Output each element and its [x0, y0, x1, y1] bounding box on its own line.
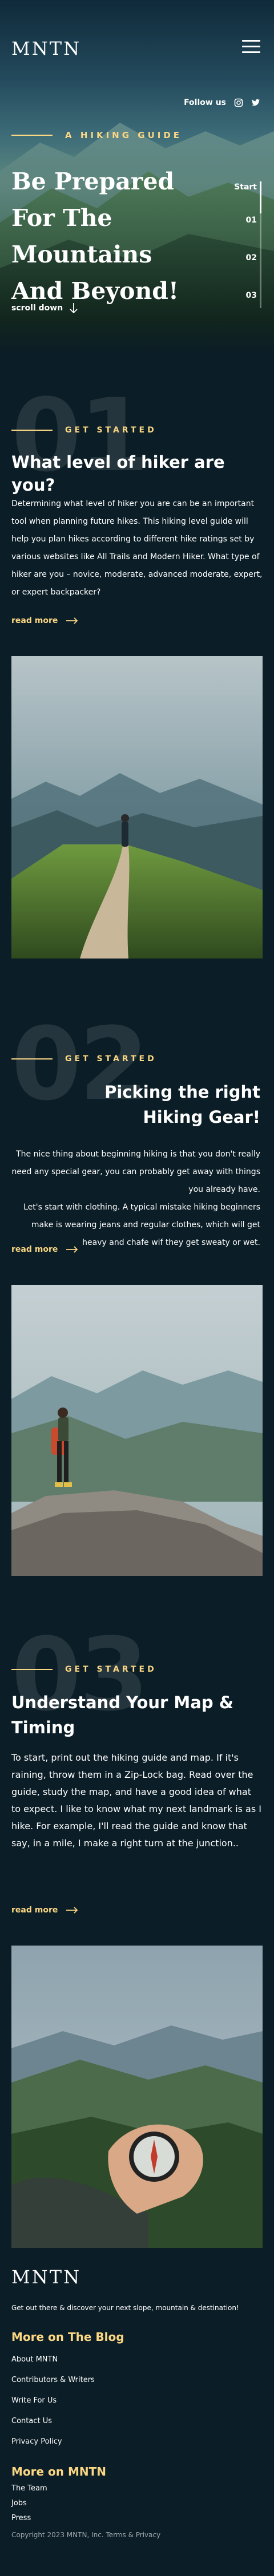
stepper-item-02[interactable]: 02 — [223, 253, 257, 262]
hiker-summit-photo — [11, 1285, 263, 1576]
read-more-label: read more — [11, 1906, 58, 1915]
footer-blog-heading: More on The Blog — [11, 2330, 124, 2344]
section-eyebrow: GET STARTED — [65, 1665, 157, 1674]
stepper-progress-bar — [260, 181, 261, 308]
footer-logo[interactable]: MNTN — [11, 2266, 81, 2288]
compass-illustration — [11, 1946, 263, 2248]
footer-link-jobs[interactable]: Jobs — [11, 2499, 27, 2508]
scroll-down-label: scroll down — [11, 304, 63, 313]
footer-link-contributors[interactable]: Contributors & Writers — [11, 2376, 95, 2384]
arrow-right-icon — [66, 1907, 78, 1914]
hiker-summit-illustration — [11, 1285, 263, 1576]
footer-link-contact[interactable]: Contact Us — [11, 2417, 52, 2425]
eyebrow-divider — [11, 1058, 53, 1059]
footer-link-privacy[interactable]: Privacy Policy — [11, 2437, 62, 2446]
section-title: Understand Your Map & Timing — [11, 1693, 233, 1737]
follow-label: Follow us — [184, 98, 226, 107]
arrow-down-icon — [70, 303, 78, 314]
compass-photo — [11, 1946, 263, 2248]
hiker-trail-illustration — [11, 656, 263, 959]
social-follow: Follow us — [184, 98, 260, 107]
stepper-item-01[interactable]: 01 — [223, 216, 257, 225]
section-02: 02 GET STARTED Picking the right Hiking … — [0, 1010, 274, 1620]
footer: MNTN Get out there & discover your next … — [0, 2254, 274, 2547]
stepper-item-03[interactable]: 03 — [223, 291, 257, 300]
top-nav: MNTN — [0, 0, 274, 97]
footer-link-team[interactable]: The Team — [11, 2484, 47, 2493]
section-title: What level of hiker are you? — [11, 452, 225, 495]
hero-eyebrow-row: A HIKING GUIDE — [11, 130, 182, 140]
section-title: Picking the right Hiking Gear! — [104, 1082, 260, 1127]
stepper-start[interactable]: Start — [223, 183, 257, 192]
section-eyebrow: GET STARTED — [65, 1054, 157, 1063]
arrow-right-icon — [66, 1246, 78, 1253]
section-body: The nice thing about beginning hiking is… — [11, 1150, 260, 1247]
footer-link-press[interactable]: Press — [11, 2514, 31, 2522]
section-eyebrow-row: GET STARTED — [11, 426, 157, 435]
section-body: Determining what level of hiker you are … — [11, 499, 263, 597]
footer-link-write-for-us[interactable]: Write For Us — [11, 2396, 57, 2405]
section-stepper: Start 01 02 03 — [223, 183, 257, 329]
instagram-icon[interactable] — [234, 98, 243, 107]
section-eyebrow-row: GET STARTED — [11, 1665, 157, 1674]
footer-link-about[interactable]: About MNTN — [11, 2355, 58, 2364]
read-more-label: read more — [11, 1245, 58, 1254]
hero-eyebrow: A HIKING GUIDE — [65, 130, 183, 140]
read-more-link[interactable]: read more — [11, 616, 78, 625]
read-more-link[interactable]: read more — [11, 1245, 78, 1254]
section-01: 01 GET STARTED What level of hiker are y… — [0, 354, 274, 1010]
footer-tagline: Get out there & discover your next slope… — [11, 2304, 239, 2312]
read-more-link[interactable]: read more — [11, 1906, 78, 1915]
eyebrow-divider — [11, 1669, 53, 1670]
scroll-down-link[interactable]: scroll down — [11, 302, 78, 314]
eyebrow-divider — [11, 135, 53, 136]
hiker-trail-photo — [11, 656, 263, 959]
logo[interactable]: MNTN — [11, 38, 81, 59]
arrow-right-icon — [66, 617, 78, 624]
footer-copyright: Copyright 2023 MNTN, Inc. Terms & Privac… — [11, 2531, 161, 2539]
section-body: To start, print out the hiking guide and… — [11, 1752, 261, 1849]
section-eyebrow: GET STARTED — [65, 426, 157, 435]
eyebrow-divider — [11, 430, 53, 431]
hero: MNTN Follow us A HIKING GUIDE Be Prepare… — [0, 0, 274, 354]
footer-more-heading: More on MNTN — [11, 2465, 106, 2478]
twitter-icon[interactable] — [251, 98, 260, 107]
read-more-label: read more — [11, 616, 58, 625]
section-03: 03 GET STARTED Understand Your Map & Tim… — [0, 1620, 274, 2254]
section-eyebrow-row: GET STARTED — [11, 1054, 157, 1063]
hero-title: Be Prepared For The Mountains And Beyond… — [11, 168, 179, 305]
hamburger-menu-icon[interactable] — [242, 40, 260, 53]
